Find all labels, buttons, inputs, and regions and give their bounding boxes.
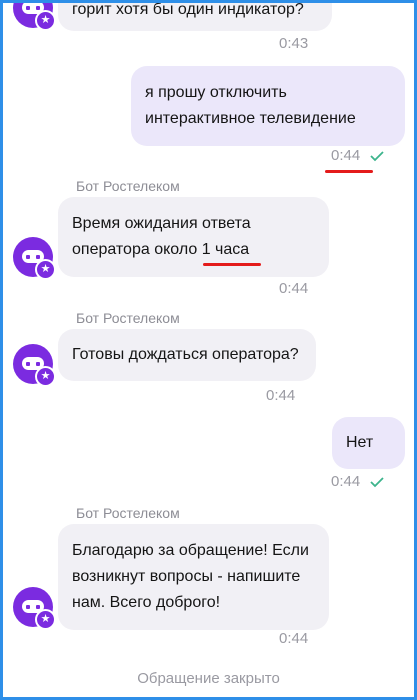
sender-name: Бот Ростелеком [76,178,180,194]
message-time: 0:44 [331,473,361,490]
bot-avatar-icon: ★ [13,344,56,387]
message-text: Нет [346,434,374,451]
message-text-line: Благодарю за обращение! Если [72,542,309,559]
message-text: горит хотя бы один индикатор? [72,1,304,18]
message-text-line: Время ожидания ответа [72,215,251,232]
bot-avatar-icon: ★ [13,587,56,630]
conversation-status: Обращение закрыто [137,670,280,687]
outgoing-message: я прошу отключить интерактивное телевиде… [131,66,405,146]
message-time: 0:43 [279,35,309,52]
incoming-message: Готовы дождаться оператора? [58,329,316,381]
message-text-line: я прошу отключить [145,84,287,101]
message-text-line: нам. Всего доброго! [72,594,221,611]
highlighted-text: 1 часа [201,241,250,258]
message-time: 0:44 [331,147,361,164]
message-text-line: оператора около 1 часа [72,241,250,258]
incoming-message: Благодарю за обращение! Если возникнут в… [58,524,329,630]
incoming-message: Время ожидания ответа оператора около 1 … [58,197,329,277]
bot-avatar-icon: ★ [13,237,56,280]
read-check-icon [370,151,384,162]
message-text-line: возникнут вопросы - напишите [72,568,301,585]
bot-avatar-icon: ★ [13,3,56,31]
outgoing-message: Нет [332,417,405,469]
chat-window: ★ горит хотя бы один индикатор? 0:43 я п… [0,0,417,700]
message-time: 0:44 [266,387,296,404]
annotation-underline [203,263,261,266]
message-time: 0:44 [279,280,309,297]
sender-name: Бот Ростелеком [76,505,180,521]
annotation-underline [325,170,373,173]
incoming-message: горит хотя бы один индикатор? [58,1,332,31]
sender-name: Бот Ростелеком [76,310,180,326]
message-text-line: интерактивное телевидение [145,110,356,127]
read-check-icon [370,477,384,488]
message-text: Готовы дождаться оператора? [72,346,299,363]
message-time: 0:44 [279,630,309,647]
